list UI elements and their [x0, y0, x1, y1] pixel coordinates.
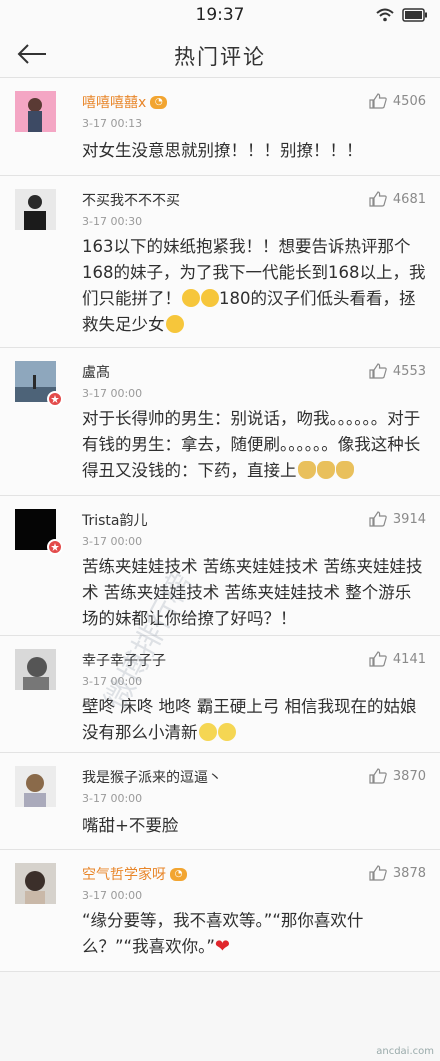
- like-count: 4141: [392, 651, 426, 667]
- thumbs-up-icon: [369, 768, 387, 784]
- verified-badge-icon: [47, 391, 63, 407]
- like-button[interactable]: 3870: [369, 768, 426, 784]
- comment-time: 3-17 00:30: [82, 215, 143, 228]
- comment-time: 3-17 00:00: [82, 387, 143, 400]
- cute-emoji-icon: [198, 723, 217, 741]
- like-count: 4506: [392, 93, 426, 109]
- thumbs-up-icon: [369, 93, 387, 109]
- status-bar: 19:37: [0, 0, 440, 30]
- heart-icon: ❤: [214, 936, 230, 957]
- commenter-name[interactable]: 不买我不不不买: [82, 190, 180, 210]
- comment-time: 3-17 00:00: [82, 792, 143, 805]
- comment-item: 盧髙 3-17 00:00 4553 对于长得帅的男生：别说话，吻我。。。。。。…: [0, 348, 440, 496]
- thumbs-up-icon: [369, 363, 387, 379]
- comment-item: 我是猴子派来的逗逼丶 3-17 00:00 3870 嘴甜+不要脸: [0, 753, 440, 850]
- comment-text: “缘分要等，我不喜欢等。”“那你喜欢什么？”“我喜欢你。”❤: [82, 908, 426, 960]
- status-icons: [376, 7, 428, 26]
- comment-time: 3-17 00:00: [82, 675, 143, 688]
- like-count: 4553: [392, 363, 426, 379]
- header: 热门评论: [0, 30, 440, 78]
- like-count: 4681: [392, 191, 426, 207]
- avatar[interactable]: [15, 189, 56, 230]
- status-time: 19:37: [195, 5, 245, 25]
- like-button[interactable]: 3914: [369, 511, 426, 527]
- comment-text-part: 壁咚 床咚 地咚 霸王硬上弓 相信我现在的姑娘没有那么小清新: [82, 697, 417, 742]
- commenter-name[interactable]: Trista韵儿: [82, 510, 148, 530]
- verified-badge-icon: [47, 539, 63, 555]
- vip-icon: ◔: [170, 867, 187, 881]
- comment-text: 对于长得帅的男生：别说话，吻我。。。。。。对于有钱的男生：拿去，随便刷。。。。。…: [82, 406, 426, 484]
- footer-watermark: ancdai.com: [376, 1046, 434, 1057]
- like-button[interactable]: 4141: [369, 651, 426, 667]
- commenter-name[interactable]: 空气哲学家呀: [82, 864, 166, 884]
- comment-text: 嘴甜+不要脸: [82, 816, 179, 835]
- dog-emoji-icon: [335, 461, 354, 479]
- laugh-emoji-icon: [165, 315, 184, 333]
- comment-item: Trista韵儿 3-17 00:00 3914 苦练夹娃娃技术 苦练夹娃娃技术…: [0, 496, 440, 636]
- commenter-name[interactable]: 幸子幸子子子: [82, 650, 166, 670]
- commenter-name[interactable]: 我是猴子派来的逗逼丶: [82, 767, 222, 787]
- like-count: 3870: [392, 768, 426, 784]
- like-button[interactable]: 4553: [369, 363, 426, 379]
- comment-item: 幸子幸子子子 3-17 00:00 4141 壁咚 床咚 地咚 霸王硬上弓 相信…: [0, 636, 440, 753]
- thumbs-up-icon: [369, 651, 387, 667]
- comment-item: 嘻嘻嘻囍x ◔ 3-17 00:13 4506 对女生没意思就别撩！！！别撩！！！: [0, 78, 440, 176]
- dog-emoji-icon: [297, 461, 316, 479]
- like-count: 3878: [392, 865, 426, 881]
- comment-item: 不买我不不不买 3-17 00:30 4681 163以下的妹纸抱紧我！！想要告…: [0, 176, 440, 348]
- thumbs-up-icon: [369, 191, 387, 207]
- comment-text: 苦练夹娃娃技术 苦练夹娃娃技术 苦练夹娃娃技术 苦练夹娃娃技术 苦练夹娃娃技术 …: [82, 557, 423, 628]
- laugh-emoji-icon: [201, 289, 219, 307]
- comment-text: 壁咚 床咚 地咚 霸王硬上弓 相信我现在的姑娘没有那么小清新: [82, 694, 426, 746]
- comment-time: 3-17 00:00: [82, 535, 143, 548]
- page-title: 热门评论: [174, 45, 266, 69]
- avatar[interactable]: [15, 863, 56, 904]
- commenter-name[interactable]: 盧髙: [82, 362, 110, 382]
- thumbs-up-icon: [369, 865, 387, 881]
- avatar[interactable]: [15, 766, 56, 807]
- like-count: 3914: [392, 511, 426, 527]
- like-button[interactable]: 4681: [369, 191, 426, 207]
- battery-icon: [402, 7, 428, 26]
- avatar[interactable]: [15, 91, 56, 132]
- like-button[interactable]: 4506: [369, 93, 426, 109]
- laugh-emoji-icon: [182, 289, 200, 307]
- comment-time: 3-17 00:00: [82, 889, 143, 902]
- vip-icon: ◔: [150, 95, 168, 109]
- wifi-icon: [376, 7, 394, 26]
- cute-emoji-icon: [217, 723, 236, 741]
- comment-item: 空气哲学家呀 ◔ 3-17 00:00 3878 “缘分要等，我不喜欢等。”“那你…: [0, 850, 440, 972]
- thumbs-up-icon: [369, 511, 387, 527]
- comment-text-part: 对于长得帅的男生：别说话，吻我。。。。。。对于有钱的男生：拿去，随便刷。。。。。…: [82, 409, 421, 480]
- commenter-name[interactable]: 嘻嘻嘻囍x: [82, 92, 146, 112]
- dog-emoji-icon: [316, 461, 335, 479]
- comment-time: 3-17 00:13: [82, 117, 143, 130]
- comment-text: 对女生没意思就别撩！！！别撩！！！: [82, 141, 363, 160]
- avatar[interactable]: [15, 649, 56, 690]
- comment-text: 163以下的妹纸抱紧我！！想要告诉热评那个168的妹子，为了我下一代能长到168…: [82, 234, 426, 338]
- like-button[interactable]: 3878: [369, 865, 426, 881]
